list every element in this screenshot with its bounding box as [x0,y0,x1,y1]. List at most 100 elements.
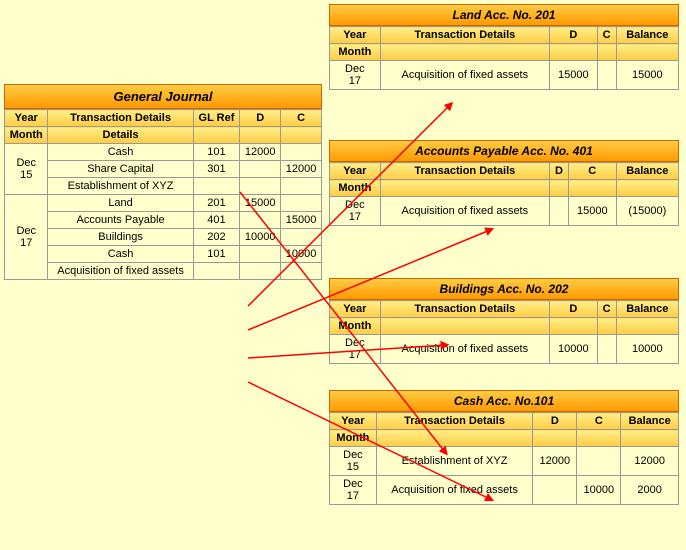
lap-header-c: C [568,163,616,180]
gj-cell-details-buildings: Buildings [48,229,193,246]
gj-cell-c-empty3 [281,195,322,212]
ll-subheader-balance [616,44,678,61]
ll-subheader-d [550,44,598,61]
gj-cell-d-12000: 12000 [240,144,281,161]
table-row: Share Capital 301 12000 [5,161,322,178]
general-journal: General Journal Year Transaction Details… [4,84,322,280]
ll-cell-year: Dec17 [330,61,381,90]
lc-subheader-c [577,430,621,447]
gj-cell-details-sharecap: Share Capital [48,161,193,178]
lap-cell-c: 15000 [568,197,616,226]
gj-cell-details-cash: Cash [48,144,193,161]
gj-cell-c-12000: 12000 [281,161,322,178]
lap-cell-year: Dec17 [330,197,381,226]
gj-cell-details-cash2: Cash [48,246,193,263]
gj-cell-d-empty5 [240,263,281,280]
lap-header-details: Transaction Details [380,163,549,180]
gj-cell-details-acqfixed: Acquisition of fixed assets [48,263,193,280]
lc-cell-c2: 10000 [577,476,621,505]
lc-subheader-month: Month [330,430,377,447]
lb-header-balance: Balance [616,301,678,318]
lap-subheader-balance [616,180,678,197]
ledger-cash-table: Year Transaction Details D C Balance Mon… [329,412,679,505]
gj-cell-gl-empty1 [193,178,240,195]
ledger-ap-table: Year Transaction Details D C Balance Mon… [329,162,679,226]
lap-subheader-details [380,180,549,197]
lap-cell-d [550,197,569,226]
table-row: Dec15 Establishment of XYZ 12000 12000 [330,447,679,476]
ll-cell-balance: 15000 [616,61,678,90]
gj-cell-gl-empty2 [193,263,240,280]
ledger-land: Land Acc. No. 201 Year Transaction Detai… [329,4,679,90]
ledger-cash: Cash Acc. No.101 Year Transaction Detail… [329,390,679,505]
lb-subheader-details [380,318,549,335]
ledger-cash-title: Cash Acc. No.101 [329,390,679,412]
ledger-ap-title: Accounts Payable Acc. No. 401 [329,140,679,162]
lb-cell-d: 10000 [550,335,598,364]
table-row: Dec17 Acquisition of fixed assets 15000 … [330,197,679,226]
gj-subheader-details: Details [48,127,193,144]
table-row: Dec17 Acquisition of fixed assets 10000 … [330,335,679,364]
lc-cell-details1: Establishment of XYZ [376,447,532,476]
ll-subheader-c [597,44,616,61]
lc-cell-details2: Acquisition of fixed assets [376,476,532,505]
lc-cell-balance1: 12000 [621,447,679,476]
gj-header-d: D [240,110,281,127]
ll-header-details: Transaction Details [380,27,549,44]
gj-cell-gl-202: 202 [193,229,240,246]
table-row: Cash 101 10000 [5,246,322,263]
lap-header-balance: Balance [616,163,678,180]
lap-subheader-month: Month [330,180,381,197]
gj-cell-d-empty2 [240,178,281,195]
gj-cell-gl-101a: 101 [193,144,240,161]
gj-header-gl: GL Ref [193,110,240,127]
lc-cell-balance2: 2000 [621,476,679,505]
lc-cell-c1 [577,447,621,476]
lb-header-c: C [597,301,616,318]
lc-header-year: Year [330,413,377,430]
lap-subheader-d [550,180,569,197]
gj-cell-details-ap: Accounts Payable [48,212,193,229]
gj-cell-d-empty1 [240,161,281,178]
gj-cell-c-empty5 [281,263,322,280]
ledger-buildings: Buildings Acc. No. 202 Year Transaction … [329,278,679,364]
ll-header-d: D [550,27,598,44]
gj-cell-d-15000: 15000 [240,195,281,212]
ll-cell-d: 15000 [550,61,598,90]
table-row: Acquisition of fixed assets [5,263,322,280]
general-journal-table: Year Transaction Details GL Ref D C Mont… [4,109,322,280]
table-row: Buildings 202 10000 [5,229,322,246]
gj-cell-gl-301: 301 [193,161,240,178]
lb-subheader-c [597,318,616,335]
gj-header-year: Year [5,110,48,127]
gj-cell-c-empty2 [281,178,322,195]
lc-cell-d2 [533,476,577,505]
gj-cell-d-10000: 10000 [240,229,281,246]
lc-header-d: D [533,413,577,430]
lb-cell-balance: 10000 [616,335,678,364]
ll-header-year: Year [330,27,381,44]
ledger-buildings-title: Buildings Acc. No. 202 [329,278,679,300]
ll-header-balance: Balance [616,27,678,44]
lap-cell-balance: (15000) [616,197,678,226]
lc-cell-year2: Dec17 [330,476,377,505]
lc-subheader-balance [621,430,679,447]
lb-header-details: Transaction Details [380,301,549,318]
lc-header-c: C [577,413,621,430]
lc-header-details: Transaction Details [376,413,532,430]
table-row: Accounts Payable 401 15000 [5,212,322,229]
ledger-ap: Accounts Payable Acc. No. 401 Year Trans… [329,140,679,226]
lb-header-year: Year [330,301,381,318]
gj-header-c: C [281,110,322,127]
gj-cell-year-dec17: Dec17 [5,195,48,280]
gj-cell-details-land: Land [48,195,193,212]
ll-cell-c [597,61,616,90]
gj-cell-c-15000: 15000 [281,212,322,229]
table-row: Dec17 Acquisition of fixed assets 10000 … [330,476,679,505]
table-row: Dec17 Land 201 15000 [5,195,322,212]
gj-cell-c-empty1 [281,144,322,161]
lb-subheader-month: Month [330,318,381,335]
ledger-land-table: Year Transaction Details D C Balance Mon… [329,26,679,90]
gj-cell-year-dec15: Dec15 [5,144,48,195]
gj-cell-d-empty3 [240,212,281,229]
